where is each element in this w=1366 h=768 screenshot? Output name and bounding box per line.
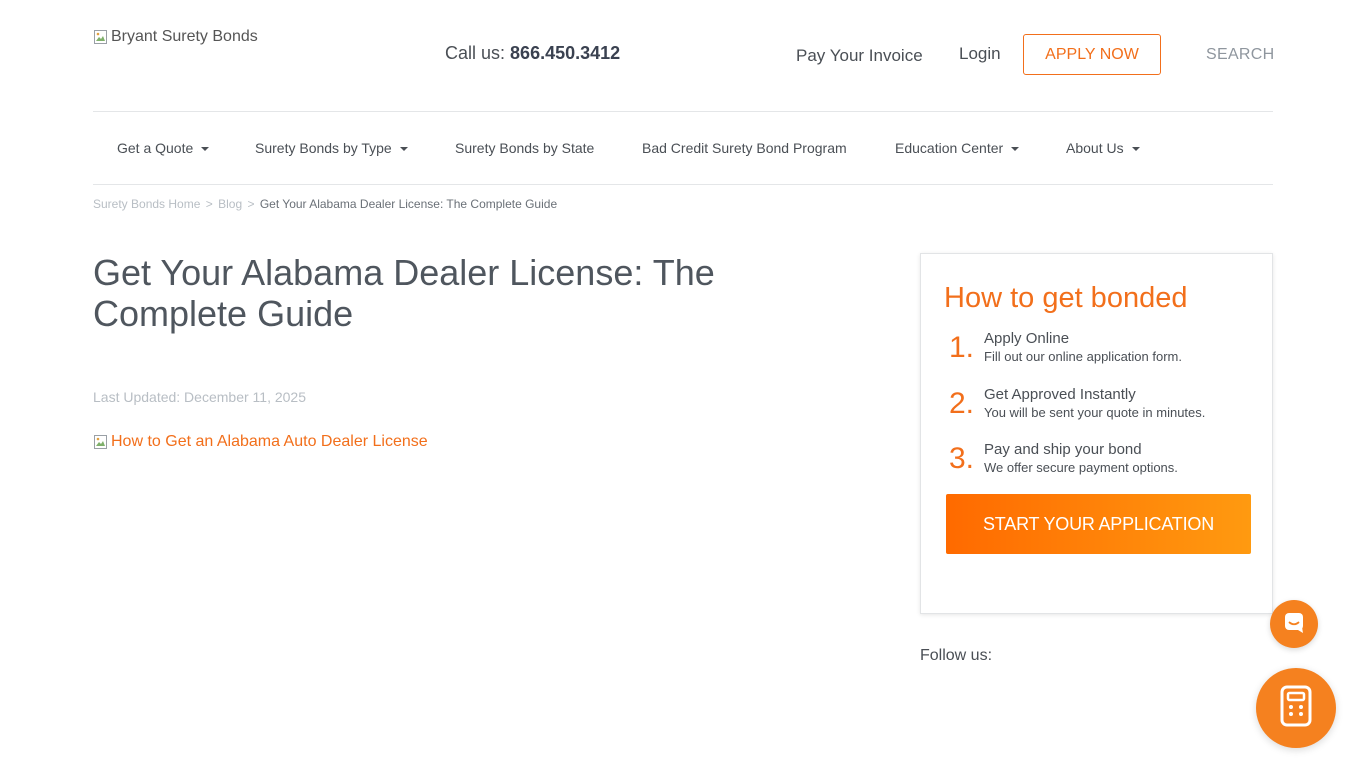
site-header: Bryant Surety Bonds Call us: 866.450.341… — [0, 0, 1366, 112]
step-title: Apply Online — [984, 330, 1070, 347]
call-us: Call us: 866.450.3412 — [445, 43, 620, 64]
chat-bubble-icon — [1282, 610, 1306, 639]
nav-item-get-a-quote[interactable]: Get a Quote — [117, 140, 210, 156]
breadcrumb-separator: > — [205, 197, 213, 211]
nav-item-surety-bonds-by-state[interactable]: Surety Bonds by State — [455, 140, 594, 156]
last-updated: Last Updated: December 11, 2025 — [93, 389, 306, 405]
nav-item-about-us[interactable]: About Us — [1066, 140, 1140, 156]
nav-item-surety-bonds-by-type[interactable]: Surety Bonds by Type — [255, 140, 408, 156]
search-link[interactable]: SEARCH — [1206, 46, 1274, 64]
logo-link[interactable]: Bryant Surety Bonds — [93, 28, 258, 46]
nav-divider — [93, 184, 1273, 185]
nav-item-label: Education Center — [895, 140, 1004, 156]
logo-alt-text: Bryant Surety Bonds — [111, 28, 258, 45]
broken-image-icon — [93, 434, 109, 450]
breadcrumb-blog-link[interactable]: Blog — [218, 197, 242, 211]
nav-item-label: Surety Bonds by State — [455, 140, 595, 156]
page-title: Get Your Alabama Dealer License: The Com… — [93, 252, 715, 334]
call-label: Call us: — [445, 43, 506, 63]
step-item: 1. Apply Online Fill out our online appl… — [949, 330, 1259, 375]
phone-number-link[interactable]: 866.450.3412 — [510, 43, 620, 63]
step-number: 2. — [949, 387, 975, 420]
breadcrumb-home-link[interactable]: Surety Bonds Home — [93, 197, 200, 211]
broken-image-icon — [93, 29, 109, 45]
apply-now-button[interactable]: APPLY NOW — [1023, 34, 1161, 75]
caret-down-icon — [201, 147, 210, 151]
step-title: Pay and ship your bond — [984, 441, 1142, 458]
chat-button[interactable] — [1270, 600, 1318, 648]
article-image-link[interactable]: How to Get an Alabama Auto Dealer Licens… — [93, 433, 428, 451]
caret-down-icon — [1131, 147, 1140, 151]
step-description: You will be sent your quote in minutes. — [984, 405, 1206, 420]
main-nav: Get a Quote Surety Bonds by Type Surety … — [93, 112, 1273, 184]
calculator-button[interactable] — [1256, 668, 1336, 748]
login-link[interactable]: Login — [959, 44, 1001, 64]
caret-down-icon — [399, 147, 408, 151]
step-item: 3. Pay and ship your bond We offer secur… — [949, 441, 1259, 486]
follow-us-label: Follow us: — [920, 647, 993, 664]
calculator-icon — [1279, 685, 1313, 732]
breadcrumb-current: Get Your Alabama Dealer License: The Com… — [259, 197, 558, 211]
step-title: Get Approved Instantly — [984, 386, 1136, 403]
breadcrumb-separator: > — [247, 197, 255, 211]
nav-item-bad-credit-program[interactable]: Bad Credit Surety Bond Program — [642, 140, 847, 156]
step-description: Fill out our online application form. — [984, 349, 1182, 364]
caret-down-icon — [1011, 147, 1020, 151]
start-application-button[interactable]: START YOUR APPLICATION — [946, 494, 1251, 554]
pay-invoice-link[interactable]: Pay Your Invoice — [796, 46, 923, 66]
breadcrumb: Surety Bonds Home > Blog > Get Your Alab… — [93, 197, 557, 211]
step-number: 1. — [949, 331, 975, 364]
how-to-get-bonded-card: How to get bonded 1. Apply Online Fill o… — [920, 253, 1273, 614]
nav-item-label: Get a Quote — [117, 140, 194, 156]
step-number: 3. — [949, 442, 975, 475]
nav-item-education-center[interactable]: Education Center — [895, 140, 1020, 156]
step-item: 2. Get Approved Instantly You will be se… — [949, 386, 1259, 431]
card-title: How to get bonded — [944, 282, 1188, 314]
nav-item-label: Bad Credit Surety Bond Program — [642, 140, 847, 156]
article-image-alt: How to Get an Alabama Auto Dealer Licens… — [111, 433, 428, 450]
step-description: We offer secure payment options. — [984, 460, 1178, 475]
nav-item-label: Surety Bonds by Type — [255, 140, 392, 156]
nav-item-label: About Us — [1066, 140, 1124, 156]
